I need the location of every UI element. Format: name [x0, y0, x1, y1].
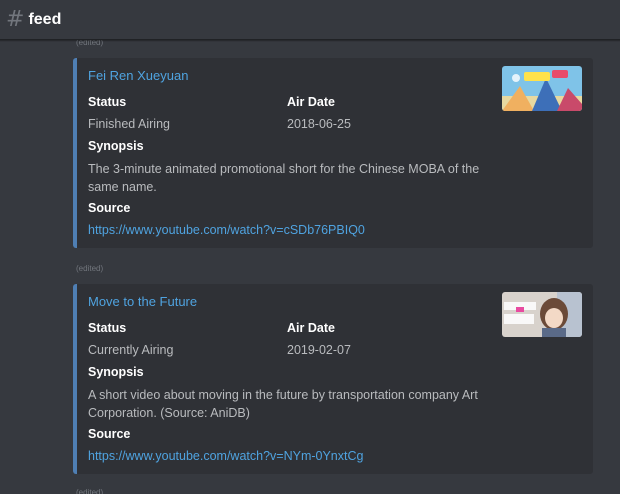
source-label: Source — [88, 201, 131, 215]
edited-label: (edited) — [76, 40, 104, 47]
air-date-value: 2019-02-07 — [287, 343, 351, 357]
embed-title-link[interactable]: Move to the Future — [88, 294, 197, 309]
anime-embed: Fei Ren Xueyuan Status Air Date Finished… — [73, 58, 593, 248]
message-feed[interactable]: (edited) Fei Ren Xueyuan Status Air Date… — [0, 40, 620, 494]
synopsis-label: Synopsis — [88, 365, 144, 379]
status-label: Status — [88, 321, 127, 335]
air-date-value: 2018-06-25 — [287, 117, 351, 131]
air-date-label: Air Date — [287, 321, 335, 335]
edited-label: (edited) — [76, 488, 104, 494]
embed-title-link[interactable]: Fei Ren Xueyuan — [88, 68, 188, 83]
source-link[interactable]: https://www.youtube.com/watch?v=cSDb76PB… — [88, 223, 365, 237]
thumbnail-image[interactable] — [502, 66, 582, 111]
thumbnail-image[interactable] — [502, 292, 582, 337]
status-value: Currently Airing — [88, 343, 174, 357]
channel-name: feed — [28, 10, 62, 28]
edited-label: (edited) — [76, 264, 104, 273]
synopsis-text: The 3-minute animated promotional short … — [88, 162, 480, 194]
synopsis-text: A short video about moving in the future… — [88, 388, 478, 420]
channel-header: # feed — [0, 0, 620, 40]
source-link[interactable]: https://www.youtube.com/watch?v=NYm-0Ynx… — [88, 449, 363, 463]
air-date-label: Air Date — [287, 95, 335, 109]
anime-embed: Move to the Future Status Air Date Curre… — [73, 284, 593, 474]
status-value: Finished Airing — [88, 117, 170, 131]
source-label: Source — [88, 427, 131, 441]
hash-icon: # — [6, 6, 25, 32]
synopsis-label: Synopsis — [88, 139, 144, 153]
status-label: Status — [88, 95, 127, 109]
